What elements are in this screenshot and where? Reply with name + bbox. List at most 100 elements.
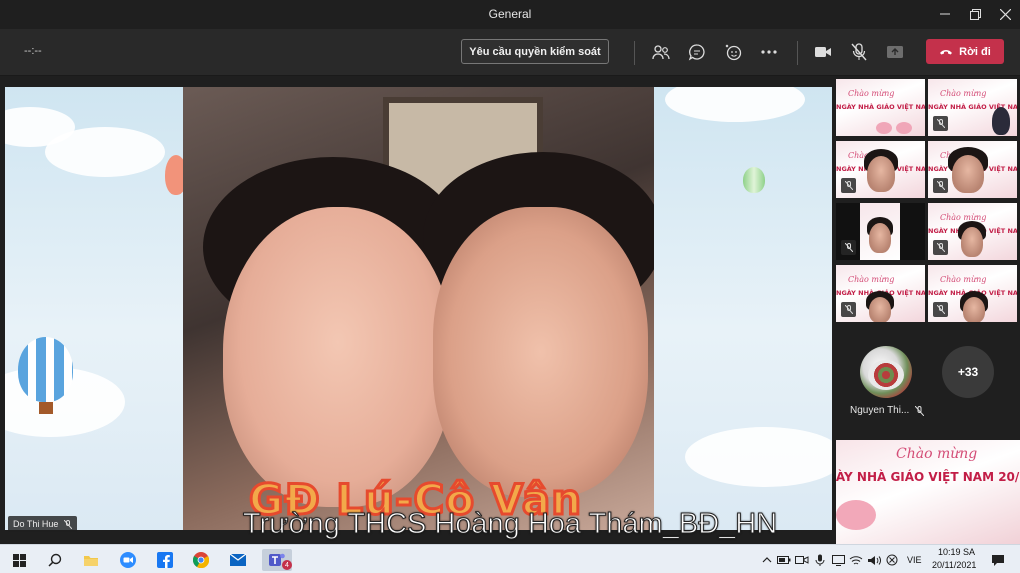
participant-video (869, 223, 891, 253)
teams-notification-badge: 4 (282, 560, 292, 570)
mute-indicator (841, 240, 856, 255)
start-button[interactable] (8, 549, 30, 571)
avatar-image (868, 360, 904, 390)
clock-time[interactable]: 10:19 SA (938, 547, 975, 557)
participant-video (867, 156, 895, 192)
people-icon (652, 45, 670, 60)
mic-off-icon (936, 243, 945, 252)
participant-video (952, 155, 984, 193)
mute-indicator (841, 178, 856, 193)
tile-title: Chào mừng (896, 446, 978, 462)
mic-button[interactable] (847, 40, 871, 64)
mute-indicator (933, 302, 948, 317)
microphone-icon (815, 554, 825, 566)
main-video-stage[interactable]: GĐ Lú-Cô Vân (5, 87, 832, 530)
restore-button[interactable] (960, 4, 990, 24)
zoom-icon (120, 552, 136, 568)
participant-video (963, 297, 985, 322)
tile-title: Chào mừng (848, 89, 895, 98)
caption-overlay: Trường THCS Hoàng Hoa Thám_BĐ_HN (242, 508, 778, 541)
video-camera-icon (815, 47, 831, 57)
input-language[interactable]: VIE (907, 555, 922, 565)
participant-avatar[interactable] (860, 346, 912, 398)
tray-battery[interactable] (776, 549, 792, 571)
tray-volume[interactable] (866, 549, 882, 571)
participant-tile[interactable]: Chào mừng NGÀY NHÀ GIÁO VIỆT NAM 20/11 (928, 203, 1017, 260)
tile-subtitle: NGÀY NHÀ GIÁO VIỆT NAM 20/11 (836, 103, 925, 111)
camera-button[interactable] (811, 40, 835, 64)
tray-mic[interactable] (812, 549, 828, 571)
teams-app-button[interactable]: 4 (262, 549, 292, 571)
share-button[interactable] (883, 40, 907, 64)
os-taskbar: 4 VIE 10:19 SA 20/11/2021 (0, 544, 1020, 573)
mic-off-icon (844, 181, 853, 190)
clock-date[interactable]: 20/11/2021 (932, 560, 976, 570)
cancel-circle-icon (886, 554, 898, 566)
participant-tile[interactable] (836, 203, 925, 260)
chat-icon (688, 44, 705, 61)
tile-title: Chào mừng (940, 275, 987, 284)
close-icon (999, 8, 1011, 20)
file-explorer-button[interactable] (80, 549, 102, 571)
chrome-app-button[interactable] (190, 549, 212, 571)
volume-icon (868, 555, 881, 565)
tile-title: Chào mừng (940, 89, 987, 98)
mic-off-icon (851, 43, 867, 61)
restore-icon (969, 8, 981, 20)
participant-tile[interactable]: Chào mừng NGÀY NHÀ GIÁO VIỆT NAM 20/11 (928, 141, 1017, 198)
shared-photo: GĐ Lú-Cô Vân (183, 87, 654, 530)
chat-button[interactable] (685, 40, 709, 64)
video-camera-icon (795, 556, 809, 564)
meeting-toolbar: --:-- Yêu cầu quyền kiểm soát Rời đi (0, 29, 1020, 76)
tray-status[interactable] (884, 549, 900, 571)
participant-tile[interactable]: Chào mừng NGÀY NHÀ GIÁO VIỆT NAM 20/11 (836, 265, 925, 322)
participant-tile[interactable]: Chào mừng NGÀY NHÀ GIÁO VIỆT NAM 20/11 (836, 79, 925, 136)
participants-button[interactable] (649, 40, 673, 64)
search-button[interactable] (44, 549, 66, 571)
wifi-icon (849, 555, 863, 564)
participant-tile[interactable]: Chào mừng NGÀY NHÀ GIÁO VIỆT NAM 20/11 (928, 265, 1017, 322)
battery-icon (777, 556, 791, 564)
balloon-basket (39, 402, 53, 414)
mic-off-icon (936, 181, 945, 190)
cloud-decoration (685, 427, 832, 487)
more-actions-button[interactable] (757, 40, 781, 64)
tray-screen[interactable] (830, 549, 846, 571)
search-icon (48, 553, 62, 567)
mute-indicator (841, 302, 856, 317)
request-control-button[interactable]: Yêu cầu quyền kiểm soát (461, 39, 609, 64)
notification-icon (992, 554, 1004, 566)
participant-tile[interactable]: Chào mừng NGÀY NHÀ GIÁO VIỆT NAM 20/11 (836, 141, 925, 198)
chevron-up-icon (762, 557, 772, 563)
phone-hangup-icon (940, 50, 953, 55)
tile-title: Chào mừng (848, 275, 895, 284)
share-screen-icon (887, 46, 903, 58)
tray-network[interactable] (848, 549, 864, 571)
mail-app-button[interactable] (227, 549, 249, 571)
screen-icon (831, 554, 845, 566)
minimize-icon (940, 13, 950, 15)
mail-icon (230, 553, 246, 566)
leave-label: Rời đi (959, 45, 991, 58)
mute-indicator (933, 240, 948, 255)
notification-center-button[interactable] (988, 549, 1008, 571)
folder-icon (84, 556, 98, 566)
avatar-label: Nguyen Thi... (850, 405, 925, 416)
cloud-decoration (665, 87, 805, 122)
windows-logo-icon (12, 553, 26, 567)
participant-tile[interactable]: Chào mừng NGÀY NHÀ GIÁO VIỆT NAM 20/11 (928, 79, 1017, 136)
mute-indicator (933, 178, 948, 193)
leave-button[interactable]: Rời đi (926, 39, 1004, 64)
zoom-app-button[interactable] (117, 549, 139, 571)
tray-overflow-button[interactable] (760, 549, 774, 571)
minimize-button[interactable] (930, 4, 960, 24)
reactions-button[interactable] (721, 40, 745, 64)
facebook-app-button[interactable] (154, 549, 176, 571)
participant-video (860, 203, 900, 260)
mic-off-icon (844, 243, 853, 252)
close-button[interactable] (990, 4, 1020, 24)
tray-camera[interactable] (794, 549, 810, 571)
meeting-timer: --:-- (24, 45, 42, 57)
more-participants-badge[interactable]: +33 (942, 346, 994, 398)
window-title: General (488, 7, 532, 21)
